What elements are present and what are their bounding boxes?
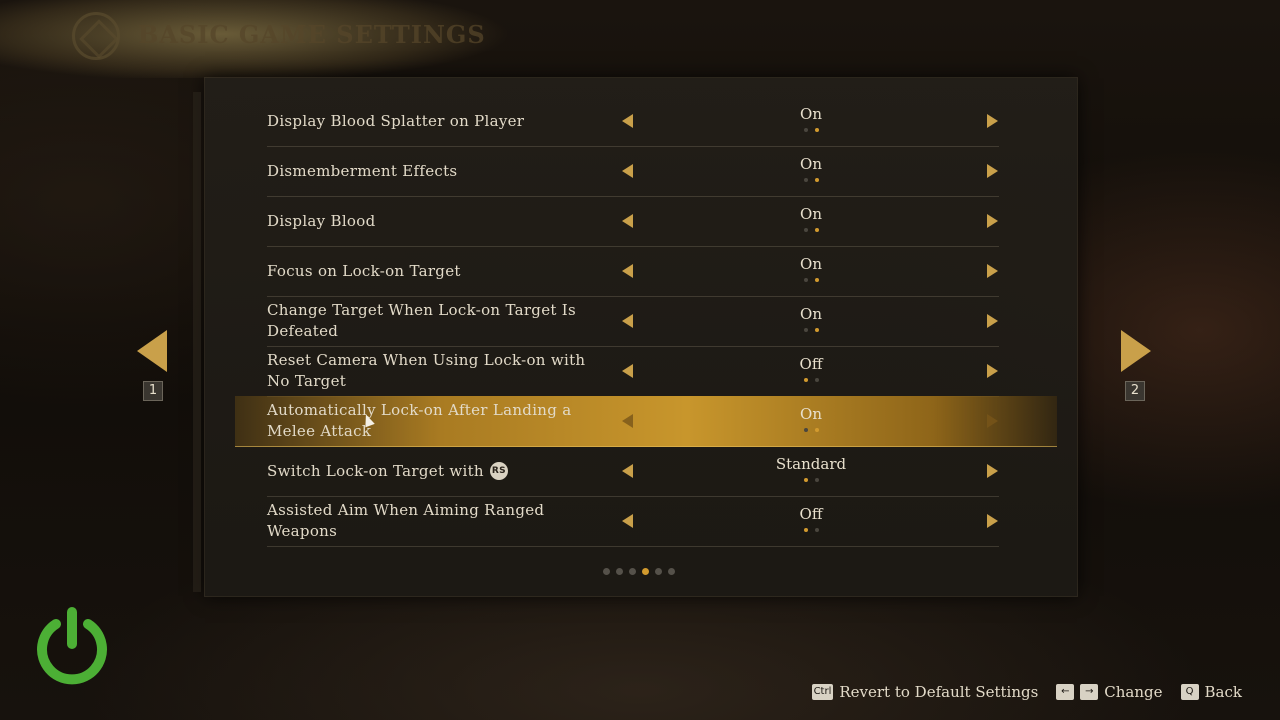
setting-row-assisted-aim[interactable]: Assisted Aim When Aiming Ranged Weapons …	[267, 496, 999, 547]
setting-value: Off	[799, 355, 823, 373]
setting-label: Display Blood	[267, 211, 376, 230]
ctrl-key-icon: Ctrl	[811, 684, 834, 700]
arrow-left-icon[interactable]	[622, 314, 633, 328]
arrow-left-icon[interactable]	[622, 114, 633, 128]
option-indicator	[804, 528, 824, 534]
setting-row-auto-lock-on[interactable]: Automatically Lock-on After Landing a Me…	[235, 396, 1057, 447]
option-indicator	[804, 228, 824, 234]
page-dot[interactable]	[655, 568, 662, 575]
page-indicator	[603, 568, 683, 576]
left-arrow-key-icon: ←	[1056, 684, 1075, 700]
settings-panel: Display Blood Splatter on Player On Dism…	[193, 78, 1077, 596]
footer-hints: Ctrl Revert to Default Settings ← → Chan…	[811, 682, 1242, 702]
arrow-right-icon[interactable]	[987, 164, 998, 178]
prev-tab-key[interactable]: 1	[143, 381, 163, 401]
arrow-left-icon[interactable]	[622, 264, 633, 278]
power-icon[interactable]	[30, 602, 114, 686]
page-dot[interactable]	[629, 568, 636, 575]
setting-label: Change Target When Lock-on Target Is Def…	[267, 301, 576, 340]
arrow-left-icon[interactable]	[622, 464, 633, 478]
setting-value: Off	[799, 505, 823, 523]
arrow-right-icon[interactable]	[987, 464, 998, 478]
setting-value: Standard	[775, 455, 847, 473]
page-dot[interactable]	[616, 568, 623, 575]
arrow-left-icon[interactable]	[622, 364, 633, 378]
setting-value: On	[800, 305, 822, 323]
arrow-left-icon[interactable]	[622, 164, 633, 178]
arrow-right-icon[interactable]	[987, 514, 998, 528]
arrow-right-icon[interactable]	[987, 414, 998, 428]
arrow-left-icon[interactable]	[622, 414, 633, 428]
setting-row-display-blood[interactable]: Display Blood On	[267, 196, 999, 247]
setting-row-focus-lock-on[interactable]: Focus on Lock-on Target On	[267, 246, 999, 297]
arrow-left-icon[interactable]	[622, 514, 633, 528]
setting-label-text: Switch Lock-on Target with	[267, 461, 484, 480]
page-dot-current[interactable]	[642, 568, 649, 575]
page-dot[interactable]	[668, 568, 675, 575]
option-indicator	[804, 478, 824, 484]
setting-value: On	[800, 405, 822, 423]
revert-defaults-button[interactable]: Revert to Default Settings	[839, 683, 1038, 701]
settings-emblem-icon	[72, 12, 120, 60]
setting-value: On	[800, 155, 822, 173]
arrow-right-icon[interactable]	[987, 114, 998, 128]
setting-label: Display Blood Splatter on Player	[267, 111, 525, 130]
setting-value: On	[800, 255, 822, 273]
setting-row-dismemberment[interactable]: Dismemberment Effects On	[267, 146, 999, 197]
page-dot[interactable]	[603, 568, 610, 575]
setting-label: Reset Camera When Using Lock-on with No …	[267, 351, 586, 390]
arrow-right-icon[interactable]	[987, 264, 998, 278]
option-indicator	[804, 278, 824, 284]
setting-value: On	[800, 205, 822, 223]
next-tab-key[interactable]: 2	[1125, 381, 1145, 401]
setting-value: On	[800, 105, 822, 123]
setting-label: Assisted Aim When Aiming Ranged Weapons	[267, 501, 545, 540]
prev-tab-arrow-icon[interactable]	[137, 330, 167, 372]
setting-row-reset-camera[interactable]: Reset Camera When Using Lock-on with No …	[267, 346, 999, 397]
option-indicator	[804, 378, 824, 384]
page-title: BASIC GAME SETTINGS	[138, 20, 486, 49]
setting-row-blood-splatter[interactable]: Display Blood Splatter on Player On	[267, 96, 999, 147]
option-indicator	[804, 328, 824, 334]
option-indicator	[804, 128, 824, 134]
setting-label: Dismemberment Effects	[267, 161, 458, 180]
setting-label: Automatically Lock-on After Landing a Me…	[267, 401, 572, 440]
change-button[interactable]: Change	[1104, 683, 1162, 701]
arrow-right-icon[interactable]	[987, 214, 998, 228]
back-button[interactable]: Back	[1205, 683, 1242, 701]
next-tab-arrow-icon[interactable]	[1121, 330, 1151, 372]
setting-row-switch-target[interactable]: Switch Lock-on Target with RS Standard	[267, 446, 999, 497]
setting-label: Focus on Lock-on Target	[267, 261, 461, 280]
arrow-right-icon[interactable]	[987, 314, 998, 328]
right-arrow-key-icon: →	[1080, 684, 1099, 700]
option-indicator	[804, 178, 824, 184]
setting-row-change-target-defeated[interactable]: Change Target When Lock-on Target Is Def…	[267, 296, 999, 347]
q-key-icon: Q	[1180, 684, 1199, 700]
rs-button-icon: RS	[489, 462, 508, 480]
option-indicator	[804, 428, 824, 434]
arrow-left-icon[interactable]	[622, 214, 633, 228]
setting-label: Switch Lock-on Target with RS	[267, 446, 607, 496]
header-banner: BASIC GAME SETTINGS	[0, 0, 520, 78]
arrow-right-icon[interactable]	[987, 364, 998, 378]
